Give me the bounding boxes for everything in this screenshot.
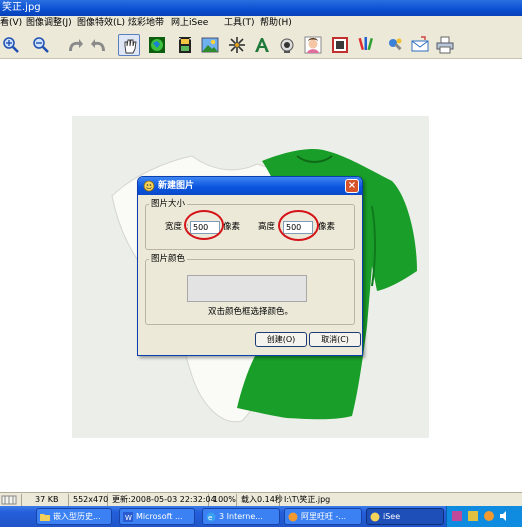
zoom-in-icon[interactable] [0,34,22,56]
word-icon: W [123,512,133,522]
taskbar-item-word[interactable]: W Microsoft ... [119,508,195,525]
width-unit: 像素 [223,222,241,232]
menu-view[interactable]: 看(V) [0,16,22,31]
taskbar: 嵌入型历史... W Microsoft ... e 3 Interne... … [0,506,522,527]
color-group-label: 图片颜色 [149,254,188,264]
landscape-icon[interactable] [199,34,221,56]
width-colon: : [186,222,189,232]
menu-bar: 看(V) 图像调整(J) 图像特效(L) 炫彩地带 网上iSee 工具(T) 帮… [0,16,522,31]
ie-icon: e [206,512,216,522]
window-title: 笑正.jpg [2,2,41,13]
create-button[interactable]: 创建(O) [255,332,307,347]
color-hint: 双击颜色框选择颜色。 [208,307,294,317]
status-modified: 更新:2008-05-03 22:32:04 [109,494,216,506]
taskbar-item-ie[interactable]: e 3 Interne... [202,508,280,525]
hand-icon[interactable] [118,34,140,56]
menu-online-isee[interactable]: 网上iSee [171,16,208,31]
tray-network-icon[interactable] [467,510,479,522]
height-input[interactable]: 500 [283,221,313,234]
status-file-size: 37 KB [32,494,69,506]
camera-icon[interactable] [276,34,298,56]
film-icon[interactable] [174,34,196,56]
cancel-button[interactable]: 取消(C) [309,332,361,347]
mail-icon[interactable] [409,34,431,56]
window-titlebar: 笑正.jpg [0,0,522,16]
toolbar [0,31,522,59]
new-image-dialog: 新建图片 × 图片大小 宽度 : 500 像素 高度 500 像素 图片颜色 双… [137,176,363,356]
width-input[interactable]: 500 [190,221,220,234]
taskbar-item-history[interactable]: 嵌入型历史... [36,508,112,525]
svg-text:e: e [208,514,212,522]
status-bar: 37 KB 552x470 更新:2008-05-03 22:32:04 100… [0,492,522,506]
photo-frame-icon[interactable] [329,34,351,56]
status-zoom: 100% [210,494,237,506]
menu-image-adjust[interactable]: 图像调整(J) [26,16,72,31]
height-label: 高度 [258,222,276,232]
menu-color-zone[interactable]: 炫彩地带 [128,16,164,31]
chat-icon [288,512,298,522]
status-bar-grip[interactable] [0,494,22,506]
taskbar-item-isee[interactable]: iSee [366,508,444,525]
status-load-time: 载入0.14秒 [238,494,283,506]
taskbar-item-aliwangwang[interactable]: 阿里旺旺 -... [284,508,362,525]
dialog-titlebar[interactable]: 新建图片 × [138,177,362,195]
sparkle-icon[interactable] [226,34,248,56]
status-dimensions: 552x470 [70,494,108,506]
svg-text:W: W [125,514,132,522]
tray-app-icon[interactable] [451,510,463,522]
system-tray [446,506,522,527]
tools-icon[interactable] [384,34,406,56]
folder-icon [40,514,50,521]
redo-icon[interactable] [88,34,110,56]
size-group-label: 图片大小 [149,199,188,209]
status-path: I:\T\笑正.jpg [284,495,331,504]
dialog-title: 新建图片 [158,181,195,191]
brush-icon[interactable] [355,34,377,56]
menu-help[interactable]: 帮助(H) [260,16,292,31]
text-icon[interactable] [251,34,273,56]
menu-image-effects[interactable]: 图像特效(L) [77,16,125,31]
undo-icon[interactable] [64,34,86,56]
close-icon[interactable]: × [345,179,359,193]
width-label: 宽度 [165,222,183,232]
zoom-out-icon[interactable] [30,34,52,56]
height-unit: 像素 [318,222,336,232]
tray-chat-icon[interactable] [483,510,495,522]
isee-icon [370,512,380,522]
portrait-icon[interactable] [302,34,324,56]
globe-icon[interactable] [146,34,168,56]
color-swatch[interactable] [187,275,307,302]
menu-tools[interactable]: 工具(T) [224,16,255,31]
new-image-icon [143,180,155,192]
tray-volume-icon[interactable] [499,510,511,522]
printer-icon[interactable] [434,34,456,56]
